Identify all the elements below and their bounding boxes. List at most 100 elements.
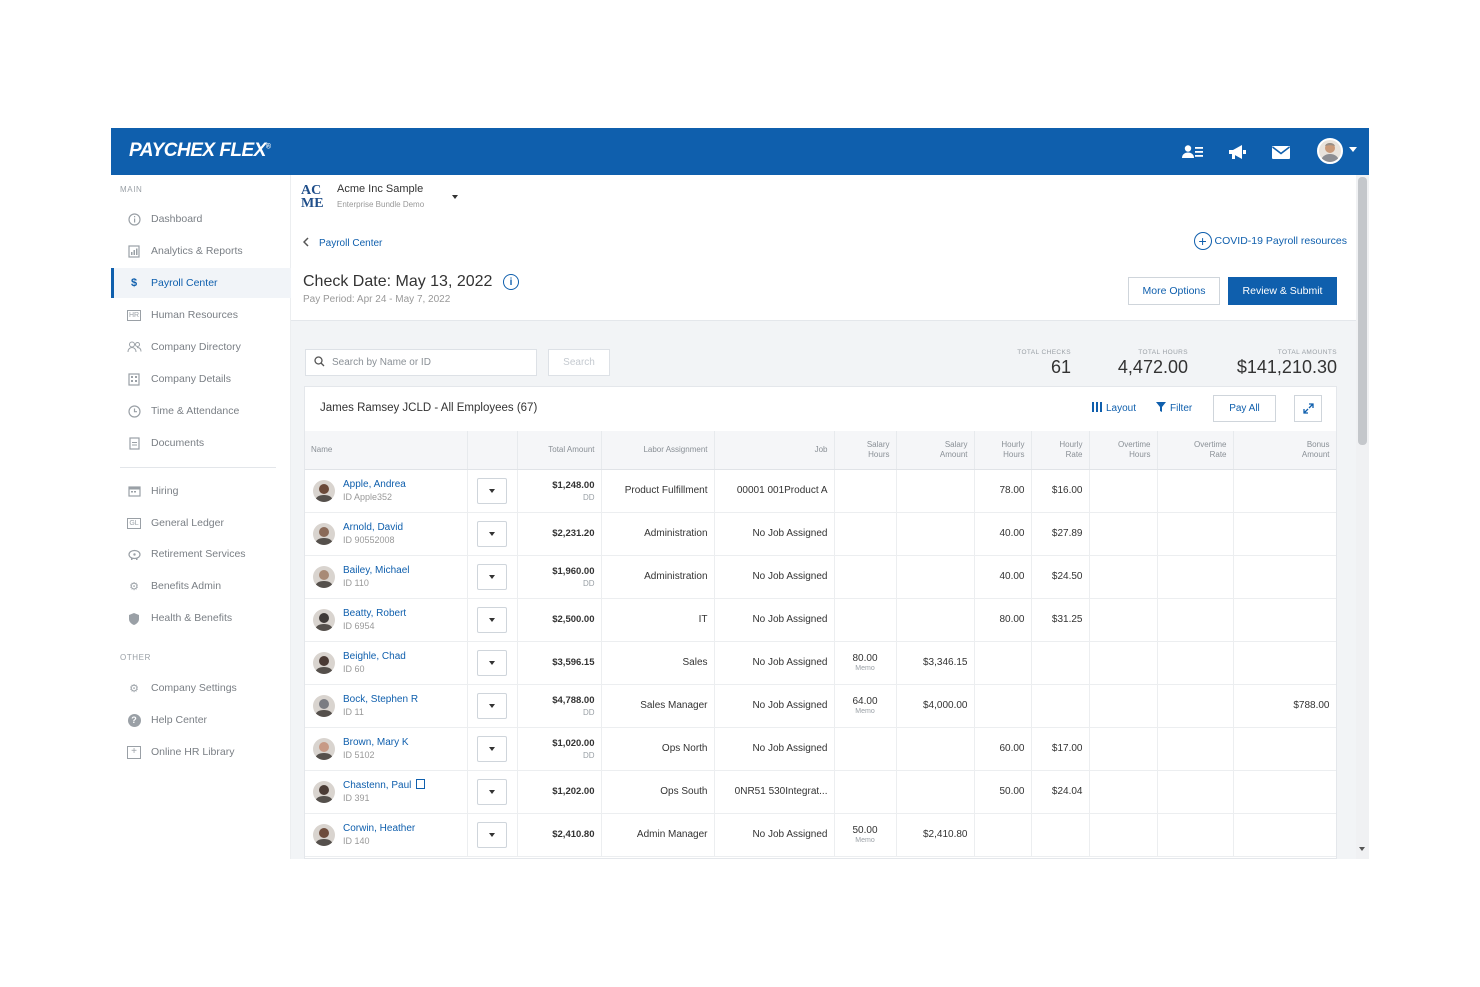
col-header-hourly-rate[interactable]: Hourly Rate	[1031, 431, 1090, 470]
hourly-hours-cell[interactable]: 40.00	[974, 512, 1032, 556]
employee-name-link[interactable]: Bock, Stephen R	[343, 693, 418, 706]
job-cell[interactable]: 0NR51 530Integrat...	[714, 770, 835, 814]
sidebar-item-analytics[interactable]: Analytics & Reports	[111, 236, 291, 266]
col-header-job[interactable]: Job	[714, 431, 835, 470]
table-row[interactable]: Beighle, Chad ID 60 $3,596.15 Sales No Job A…	[305, 641, 1336, 685]
salary-hours-cell[interactable]	[834, 727, 897, 771]
hourly-hours-cell[interactable]	[974, 684, 1032, 728]
row-dropdown-button[interactable]	[477, 477, 507, 504]
overtime-rate-cell[interactable]	[1157, 813, 1234, 857]
salary-amount-cell[interactable]	[896, 469, 975, 513]
sidebar-item-documents[interactable]: Documents	[111, 428, 291, 458]
overtime-hours-cell[interactable]	[1089, 770, 1158, 814]
labor-assignment-cell[interactable]: Ops South	[601, 770, 715, 814]
salary-hours-cell[interactable]: 50.00 Memo	[834, 813, 897, 857]
overtime-rate-cell[interactable]	[1157, 641, 1234, 685]
overtime-hours-cell[interactable]	[1089, 598, 1158, 642]
hourly-hours-cell[interactable]	[974, 641, 1032, 685]
col-header-salary-hours[interactable]: Salary Hours	[834, 431, 897, 470]
salary-amount-cell[interactable]: $3,346.15	[896, 641, 975, 685]
bonus-amount-cell[interactable]	[1233, 641, 1336, 685]
salary-amount-cell[interactable]	[896, 770, 975, 814]
col-header-overtime-rate[interactable]: Overtime Rate	[1157, 431, 1234, 470]
overtime-hours-cell[interactable]	[1089, 684, 1158, 728]
salary-hours-cell[interactable]: 64.00 Memo	[834, 684, 897, 728]
sidebar-item-dashboard[interactable]: Dashboard	[111, 204, 291, 234]
bonus-amount-cell[interactable]	[1233, 770, 1336, 814]
salary-amount-cell[interactable]	[896, 727, 975, 771]
hourly-hours-cell[interactable]: 78.00	[974, 469, 1032, 513]
people-icon[interactable]	[1182, 142, 1204, 162]
vertical-scrollbar[interactable]	[1356, 175, 1369, 859]
row-dropdown-button[interactable]	[477, 692, 507, 719]
hourly-rate-cell[interactable]	[1031, 684, 1090, 728]
salary-amount-cell[interactable]	[896, 598, 975, 642]
hourly-rate-cell[interactable]: $24.50	[1031, 555, 1090, 599]
chevron-down-icon[interactable]	[1349, 147, 1357, 152]
overtime-rate-cell[interactable]	[1157, 598, 1234, 642]
scrollbar-thumb[interactable]	[1358, 177, 1367, 445]
table-row[interactable]: Corwin, Heather ID 140 $2,410.80 Admin Mana…	[305, 813, 1336, 857]
employee-name-link[interactable]: Beatty, Robert	[343, 607, 406, 620]
table-row[interactable]: Bailey, Michael ID 110 $1,960.00 DD Administ…	[305, 555, 1336, 599]
paychex-flex-logo[interactable]: PAYCHEX FLEX®	[129, 140, 271, 162]
row-dropdown-button[interactable]	[477, 520, 507, 547]
job-cell[interactable]: No Job Assigned	[714, 684, 835, 728]
job-cell[interactable]: No Job Assigned	[714, 555, 835, 599]
salary-hours-cell[interactable]	[834, 512, 897, 556]
user-avatar[interactable]	[1317, 138, 1343, 164]
labor-assignment-cell[interactable]: Sales	[601, 641, 715, 685]
row-dropdown-button[interactable]	[477, 735, 507, 762]
salary-hours-cell[interactable]	[834, 598, 897, 642]
company-switcher-chevron-icon[interactable]	[452, 195, 458, 199]
scroll-down-arrow-icon[interactable]	[1359, 847, 1365, 851]
search-input[interactable]: Search by Name or ID	[305, 349, 537, 376]
megaphone-icon[interactable]	[1226, 142, 1248, 162]
hourly-hours-cell[interactable]: 80.00	[974, 598, 1032, 642]
table-row[interactable]: Beatty, Robert ID 6954 $2,500.00 IT No Job A…	[305, 598, 1336, 642]
overtime-rate-cell[interactable]	[1157, 684, 1234, 728]
covid-resources-link[interactable]: + COVID-19 Payroll resources	[1193, 232, 1347, 250]
salary-hours-cell[interactable]	[834, 770, 897, 814]
bonus-amount-cell[interactable]	[1233, 555, 1336, 599]
table-row[interactable]: Arnold, David ID 90552008 $2,231.20 Adminis…	[305, 512, 1336, 556]
expand-icon[interactable]	[1294, 395, 1322, 422]
employee-name-link[interactable]: Apple, Andrea	[343, 478, 406, 491]
hourly-hours-cell[interactable]: 60.00	[974, 727, 1032, 771]
col-header-name[interactable]: Name	[305, 431, 468, 470]
bonus-amount-cell[interactable]	[1233, 727, 1336, 771]
sidebar-item-benefits-admin[interactable]: ⚙ Benefits Admin	[111, 571, 291, 601]
col-header-hourly-hours[interactable]: Hourly Hours	[974, 431, 1032, 470]
sidebar-item-company-directory[interactable]: Company Directory	[111, 332, 291, 362]
filter-button[interactable]: Filter	[1156, 402, 1192, 415]
employee-name-link[interactable]: Arnold, David	[343, 521, 403, 534]
table-row[interactable]: Brown, Mary K ID 5102 $1,020.00 DD Ops North…	[305, 727, 1336, 771]
overtime-rate-cell[interactable]	[1157, 469, 1234, 513]
employee-name-link[interactable]: Bailey, Michael	[343, 564, 410, 577]
employee-name-link[interactable]: Chastenn, Paul	[343, 778, 426, 792]
hourly-rate-cell[interactable]	[1031, 813, 1090, 857]
salary-hours-cell[interactable]	[834, 469, 897, 513]
col-header-total-amount[interactable]: Total Amount	[517, 431, 602, 470]
hourly-hours-cell[interactable]: 40.00	[974, 555, 1032, 599]
employee-name-link[interactable]: Brown, Mary K	[343, 736, 409, 749]
search-button[interactable]: Search	[548, 349, 610, 376]
bonus-amount-cell[interactable]	[1233, 813, 1336, 857]
hourly-rate-cell[interactable]: $17.00	[1031, 727, 1090, 771]
table-row[interactable]: Bock, Stephen R ID 11 $4,788.00 DD Sales Man…	[305, 684, 1336, 728]
hourly-rate-cell[interactable]: $27.89	[1031, 512, 1090, 556]
row-dropdown-button[interactable]	[477, 778, 507, 805]
col-header-bonus-amount[interactable]: Bonus Amount	[1233, 431, 1336, 470]
info-icon[interactable]: i	[503, 274, 519, 290]
sidebar-item-retirement-services[interactable]: Retirement Services	[111, 539, 291, 569]
sidebar-item-general-ledger[interactable]: GL General Ledger	[111, 508, 291, 538]
overtime-rate-cell[interactable]	[1157, 512, 1234, 556]
salary-amount-cell[interactable]	[896, 555, 975, 599]
col-header-overtime-hours[interactable]: Overtime Hours	[1089, 431, 1158, 470]
hourly-rate-cell[interactable]: $16.00	[1031, 469, 1090, 513]
hourly-rate-cell[interactable]: $31.25	[1031, 598, 1090, 642]
overtime-hours-cell[interactable]	[1089, 641, 1158, 685]
sidebar-item-hiring[interactable]: Hiring	[111, 476, 291, 506]
salary-amount-cell[interactable]: $4,000.00	[896, 684, 975, 728]
labor-assignment-cell[interactable]: Product Fulfillment	[601, 469, 715, 513]
